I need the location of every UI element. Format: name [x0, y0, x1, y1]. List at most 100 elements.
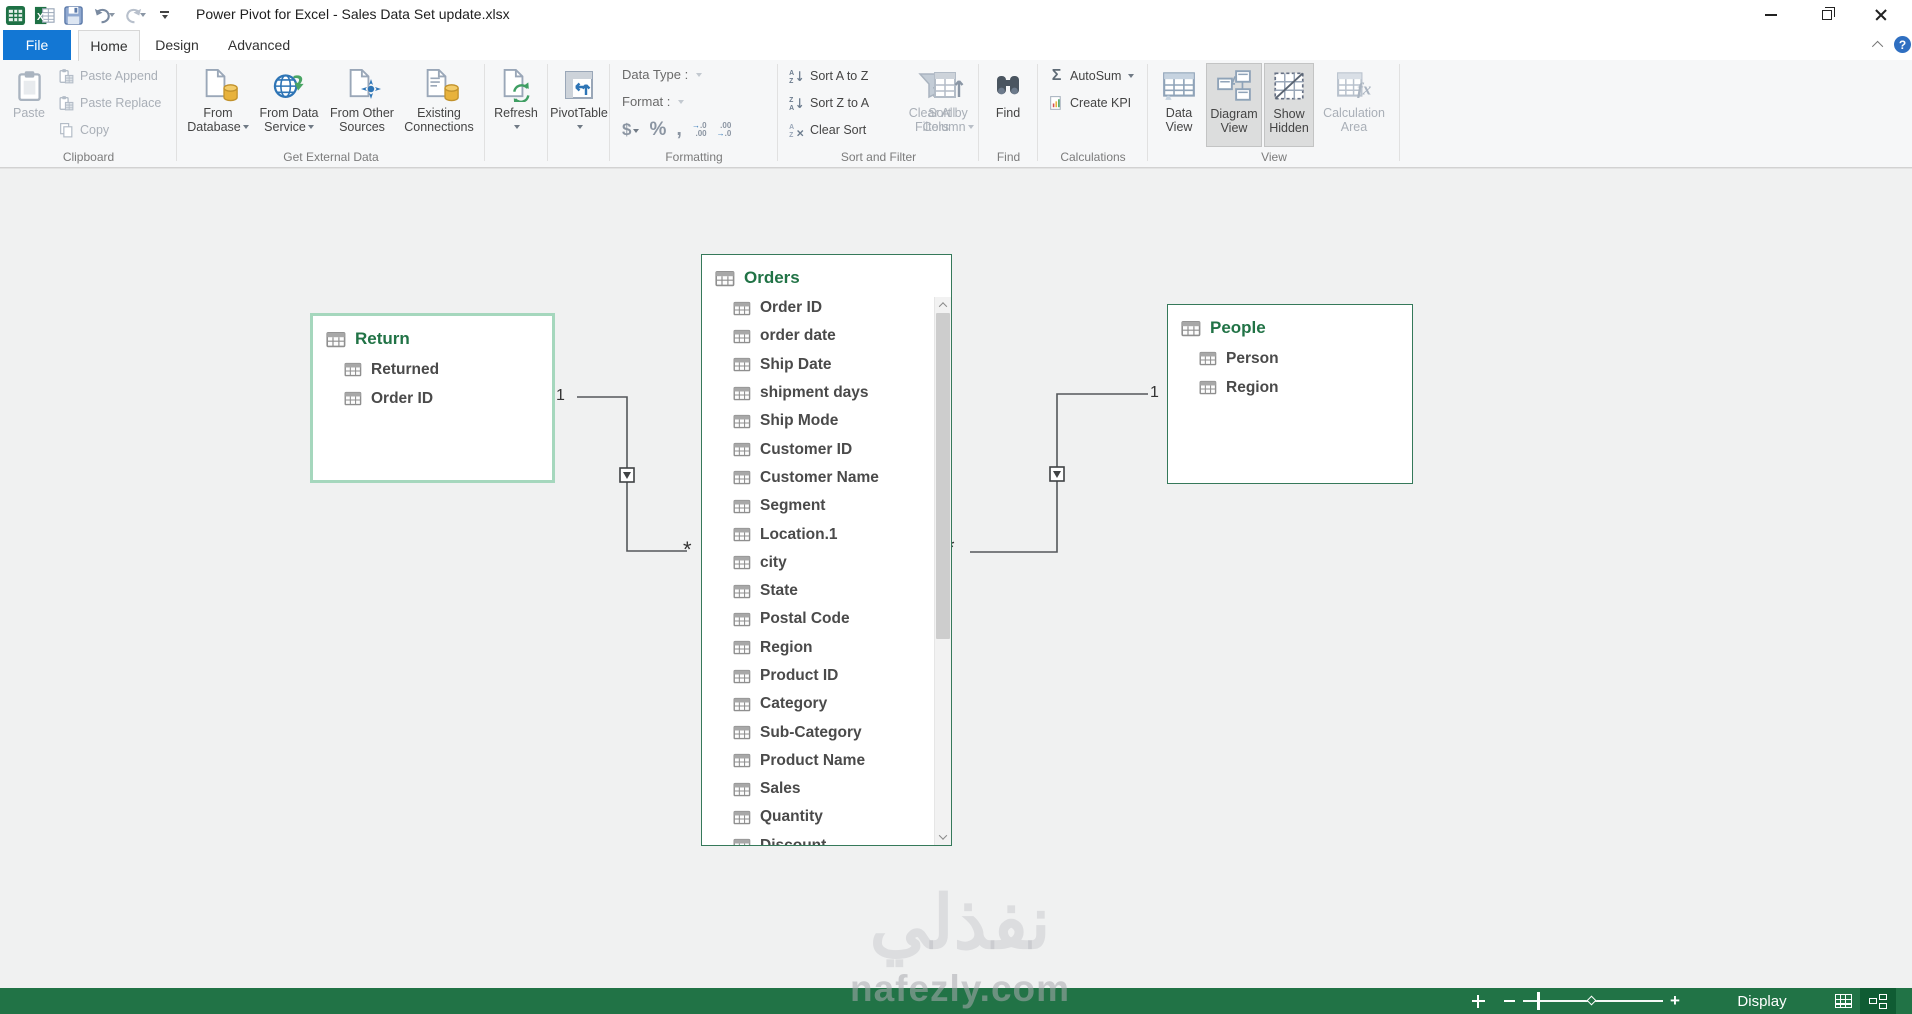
table-field[interactable]: Category	[702, 690, 932, 718]
table-field[interactable]: Region	[1168, 373, 1412, 402]
show-hidden-button[interactable]: Show Hidden	[1264, 63, 1314, 147]
zoom-in-button[interactable]: +	[1664, 988, 1686, 1014]
currency-button[interactable]: $	[622, 120, 640, 140]
from-database-label2: Database	[187, 119, 241, 134]
display-label: Display	[1737, 992, 1787, 1010]
from-data-service-button[interactable]: From Data Service	[253, 63, 325, 147]
data-view-button[interactable]: Data View	[1154, 63, 1204, 147]
diagram-view-button[interactable]: Diagram View	[1206, 63, 1262, 147]
percent-button[interactable]: %	[649, 119, 666, 141]
relationship-arrow-icon	[1049, 466, 1065, 482]
tab-design[interactable]: Design	[142, 30, 212, 60]
relationship-arrow-icon	[619, 467, 635, 483]
diagram-table-return[interactable]: Return Returned Order ID	[310, 313, 555, 483]
qat-customize-icon[interactable]	[160, 11, 169, 19]
table-field[interactable]: city	[702, 549, 932, 577]
decrease-decimal-button[interactable]: .00 →.0	[717, 121, 732, 138]
from-data-service-label2: Service	[264, 119, 306, 134]
paste-replace-button[interactable]: Paste Replace	[58, 92, 161, 114]
sort-a-to-z-button[interactable]: Sort A to Z	[788, 65, 868, 87]
table-field[interactable]: Location.1	[702, 520, 932, 548]
sort-az-icon	[788, 68, 805, 85]
sort-z-to-a-button[interactable]: Sort Z to A	[788, 92, 869, 114]
table-field[interactable]: Sales	[702, 775, 932, 803]
restore-button[interactable]	[1804, 0, 1850, 30]
data-type-caret-icon[interactable]	[696, 72, 703, 77]
undo-caret-icon[interactable]	[109, 13, 115, 17]
fit-to-screen-button[interactable]	[1466, 988, 1490, 1014]
table-field[interactable]: shipment days	[702, 379, 932, 407]
diagram-table-orders[interactable]: Orders Order ID order date Ship Date shi…	[701, 254, 952, 846]
table-field[interactable]: Returned	[313, 355, 552, 384]
comma-style-button[interactable]: ,	[676, 118, 682, 141]
table-field[interactable]: Person	[1168, 344, 1412, 373]
clear-sort-button[interactable]: Clear Sort	[788, 119, 866, 141]
table-field[interactable]: Customer ID	[702, 435, 932, 463]
close-button[interactable]	[1858, 0, 1904, 30]
from-database-button[interactable]: From Database	[185, 63, 251, 147]
minimize-button[interactable]	[1748, 0, 1794, 30]
paste-button[interactable]: Paste	[6, 63, 52, 147]
refresh-button[interactable]: Refresh	[488, 63, 544, 147]
group-label-get-external-data: Get External Data	[283, 150, 379, 164]
table-field[interactable]: Discount	[702, 832, 932, 845]
table-field[interactable]: order date	[702, 322, 932, 350]
pivottable-button[interactable]: PivotTable	[548, 63, 610, 147]
dropdown-caret-icon	[577, 125, 583, 130]
help-button[interactable]: ?	[1894, 36, 1911, 53]
sort-az-label: Sort A to Z	[810, 69, 869, 83]
existing-connections-button[interactable]: Existing Connections	[399, 63, 479, 147]
data-view-statusbar-button[interactable]	[1828, 988, 1858, 1014]
tab-home[interactable]: Home	[78, 30, 140, 61]
field-name: Region	[1226, 378, 1279, 396]
scroll-down-button[interactable]	[935, 829, 951, 845]
autosum-button[interactable]: Σ AutoSum	[1048, 65, 1135, 87]
tab-file[interactable]: File	[3, 30, 71, 60]
zoom-slider-handle[interactable]	[1537, 992, 1540, 1010]
table-field[interactable]: Order ID	[313, 384, 552, 413]
table-field[interactable]: Postal Code	[702, 605, 932, 633]
table-field[interactable]: State	[702, 577, 932, 605]
copy-button[interactable]: Copy	[58, 119, 109, 141]
redo-caret-icon[interactable]	[140, 13, 146, 17]
table-header[interactable]: Orders	[702, 255, 951, 294]
diagram-canvas[interactable]: 1 * * 1 Return Returned Order I	[0, 168, 1912, 988]
table-field[interactable]: Segment	[702, 492, 932, 520]
create-kpi-button[interactable]: Create KPI	[1048, 92, 1131, 114]
diagram-table-people[interactable]: People Person Region	[1167, 304, 1413, 484]
dropdown-caret-icon[interactable]	[1128, 74, 1135, 78]
orders-scrollbar[interactable]	[934, 297, 951, 845]
field-table-icon	[733, 725, 751, 740]
table-field[interactable]: Quantity	[702, 803, 932, 831]
table-field[interactable]: Ship Date	[702, 351, 932, 379]
field-table-icon	[733, 584, 751, 599]
field-table-icon	[344, 362, 362, 377]
find-button[interactable]: Find	[986, 63, 1030, 147]
table-field[interactable]: Ship Mode	[702, 407, 932, 435]
from-other-sources-button[interactable]: From Other Sources	[327, 63, 397, 147]
table-field[interactable]: Product Name	[702, 747, 932, 775]
table-header[interactable]: People	[1168, 305, 1412, 344]
table-field[interactable]: Region	[702, 634, 932, 662]
table-field[interactable]: Product ID	[702, 662, 932, 690]
excel-icon[interactable]	[34, 5, 55, 26]
diagram-view-statusbar-button[interactable]	[1860, 988, 1896, 1014]
format-field[interactable]: Format :	[622, 94, 685, 109]
tab-advanced[interactable]: Advanced	[216, 30, 302, 60]
scrollbar-thumb[interactable]	[936, 313, 950, 639]
save-icon[interactable]	[63, 5, 84, 26]
zoom-out-button[interactable]	[1498, 988, 1520, 1014]
increase-decimal-button[interactable]: →.0 .00	[692, 121, 707, 138]
calculation-area-button[interactable]: Calculation Area	[1316, 63, 1392, 147]
group-pivottable: PivotTable	[548, 60, 610, 167]
collapse-ribbon-button[interactable]	[1870, 38, 1888, 53]
format-caret-icon[interactable]	[678, 99, 685, 104]
scroll-up-button[interactable]	[935, 297, 951, 313]
data-type-field[interactable]: Data Type :	[622, 67, 703, 82]
table-header[interactable]: Return	[313, 316, 552, 355]
paste-append-button[interactable]: Paste Append	[58, 65, 158, 87]
table-field[interactable]: Order ID	[702, 294, 932, 322]
table-field[interactable]: Customer Name	[702, 464, 932, 492]
table-field[interactable]: Sub-Category	[702, 718, 932, 746]
sort-by-column-button[interactable]: Sort by Column	[920, 63, 976, 147]
